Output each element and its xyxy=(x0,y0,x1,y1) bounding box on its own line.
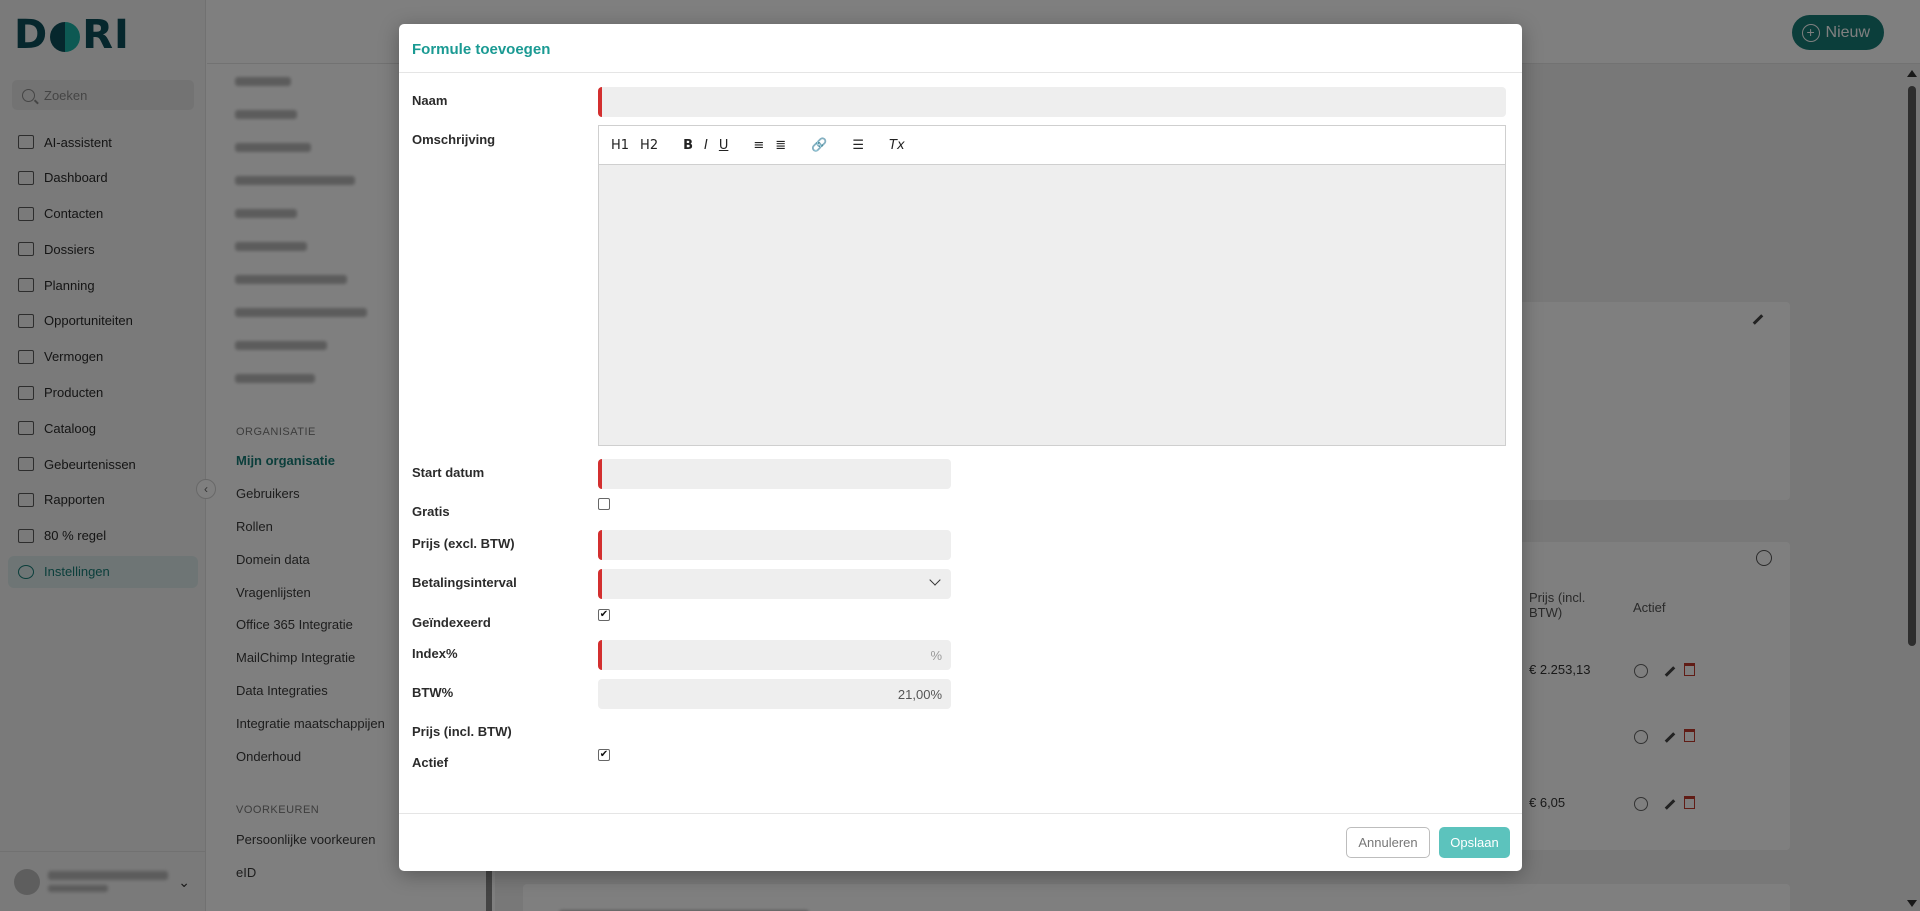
label-btw: BTW% xyxy=(412,685,454,700)
start-datum-input[interactable] xyxy=(598,459,951,489)
heading2-button[interactable]: H2 xyxy=(640,138,658,153)
chevron-down-icon xyxy=(929,574,941,586)
heading1-button[interactable]: H1 xyxy=(611,138,629,153)
btw-value: 21,00% xyxy=(897,687,942,702)
label-actief: Actief xyxy=(412,755,449,770)
clear-format-icon[interactable]: Tx xyxy=(889,138,905,153)
label-prijs-incl: Prijs (incl. BTW) xyxy=(412,724,512,739)
betalingsinterval-select[interactable] xyxy=(598,569,951,599)
save-button[interactable]: Opslaan xyxy=(1439,827,1510,858)
geindexeerd-checkbox[interactable]: ✔ xyxy=(598,609,610,621)
align-icon[interactable]: ☰ xyxy=(852,138,864,153)
add-formula-dialog: Formule toevoegen Naam Omschrijving H1 H… xyxy=(399,24,1522,871)
label-start-datum: Start datum xyxy=(412,465,485,480)
dialog-title: Formule toevoegen xyxy=(412,41,551,58)
gratis-checkbox[interactable] xyxy=(598,498,610,510)
label-geindexeerd: Geïndexeerd xyxy=(412,615,491,630)
label-betalingsinterval: Betalingsinterval xyxy=(412,575,517,590)
italic-button[interactable]: I xyxy=(704,138,708,153)
label-prijs-excl: Prijs (excl. BTW) xyxy=(412,536,515,551)
link-icon[interactable]: 🔗 xyxy=(811,138,827,153)
index-input[interactable]: % xyxy=(598,640,951,670)
underline-button[interactable]: U xyxy=(719,138,729,153)
btw-input[interactable]: 21,00% xyxy=(598,679,951,709)
bullet-list-icon[interactable]: ≣ xyxy=(775,138,786,153)
naam-input[interactable] xyxy=(598,87,1506,117)
bold-button[interactable]: B xyxy=(683,138,693,153)
ordered-list-icon[interactable]: ≡ xyxy=(753,138,764,153)
label-index: Index% xyxy=(412,646,458,661)
editor-toolbar: H1 H2 B I U ≡ ≣ 🔗 ☰ Tx xyxy=(599,126,1505,165)
label-gratis: Gratis xyxy=(412,504,450,519)
dialog-footer: Annuleren Opslaan xyxy=(399,813,1522,871)
cancel-button[interactable]: Annuleren xyxy=(1346,827,1430,858)
label-omschrijving: Omschrijving xyxy=(412,132,496,147)
index-value: % xyxy=(930,648,942,663)
prijs-excl-input[interactable] xyxy=(598,530,951,560)
dialog-header: Formule toevoegen xyxy=(399,24,1522,73)
editor-content-area[interactable] xyxy=(599,165,1505,445)
description-editor: H1 H2 B I U ≡ ≣ 🔗 ☰ Tx xyxy=(598,125,1506,446)
actief-checkbox[interactable]: ✔ xyxy=(598,749,610,761)
label-naam: Naam xyxy=(412,93,448,108)
